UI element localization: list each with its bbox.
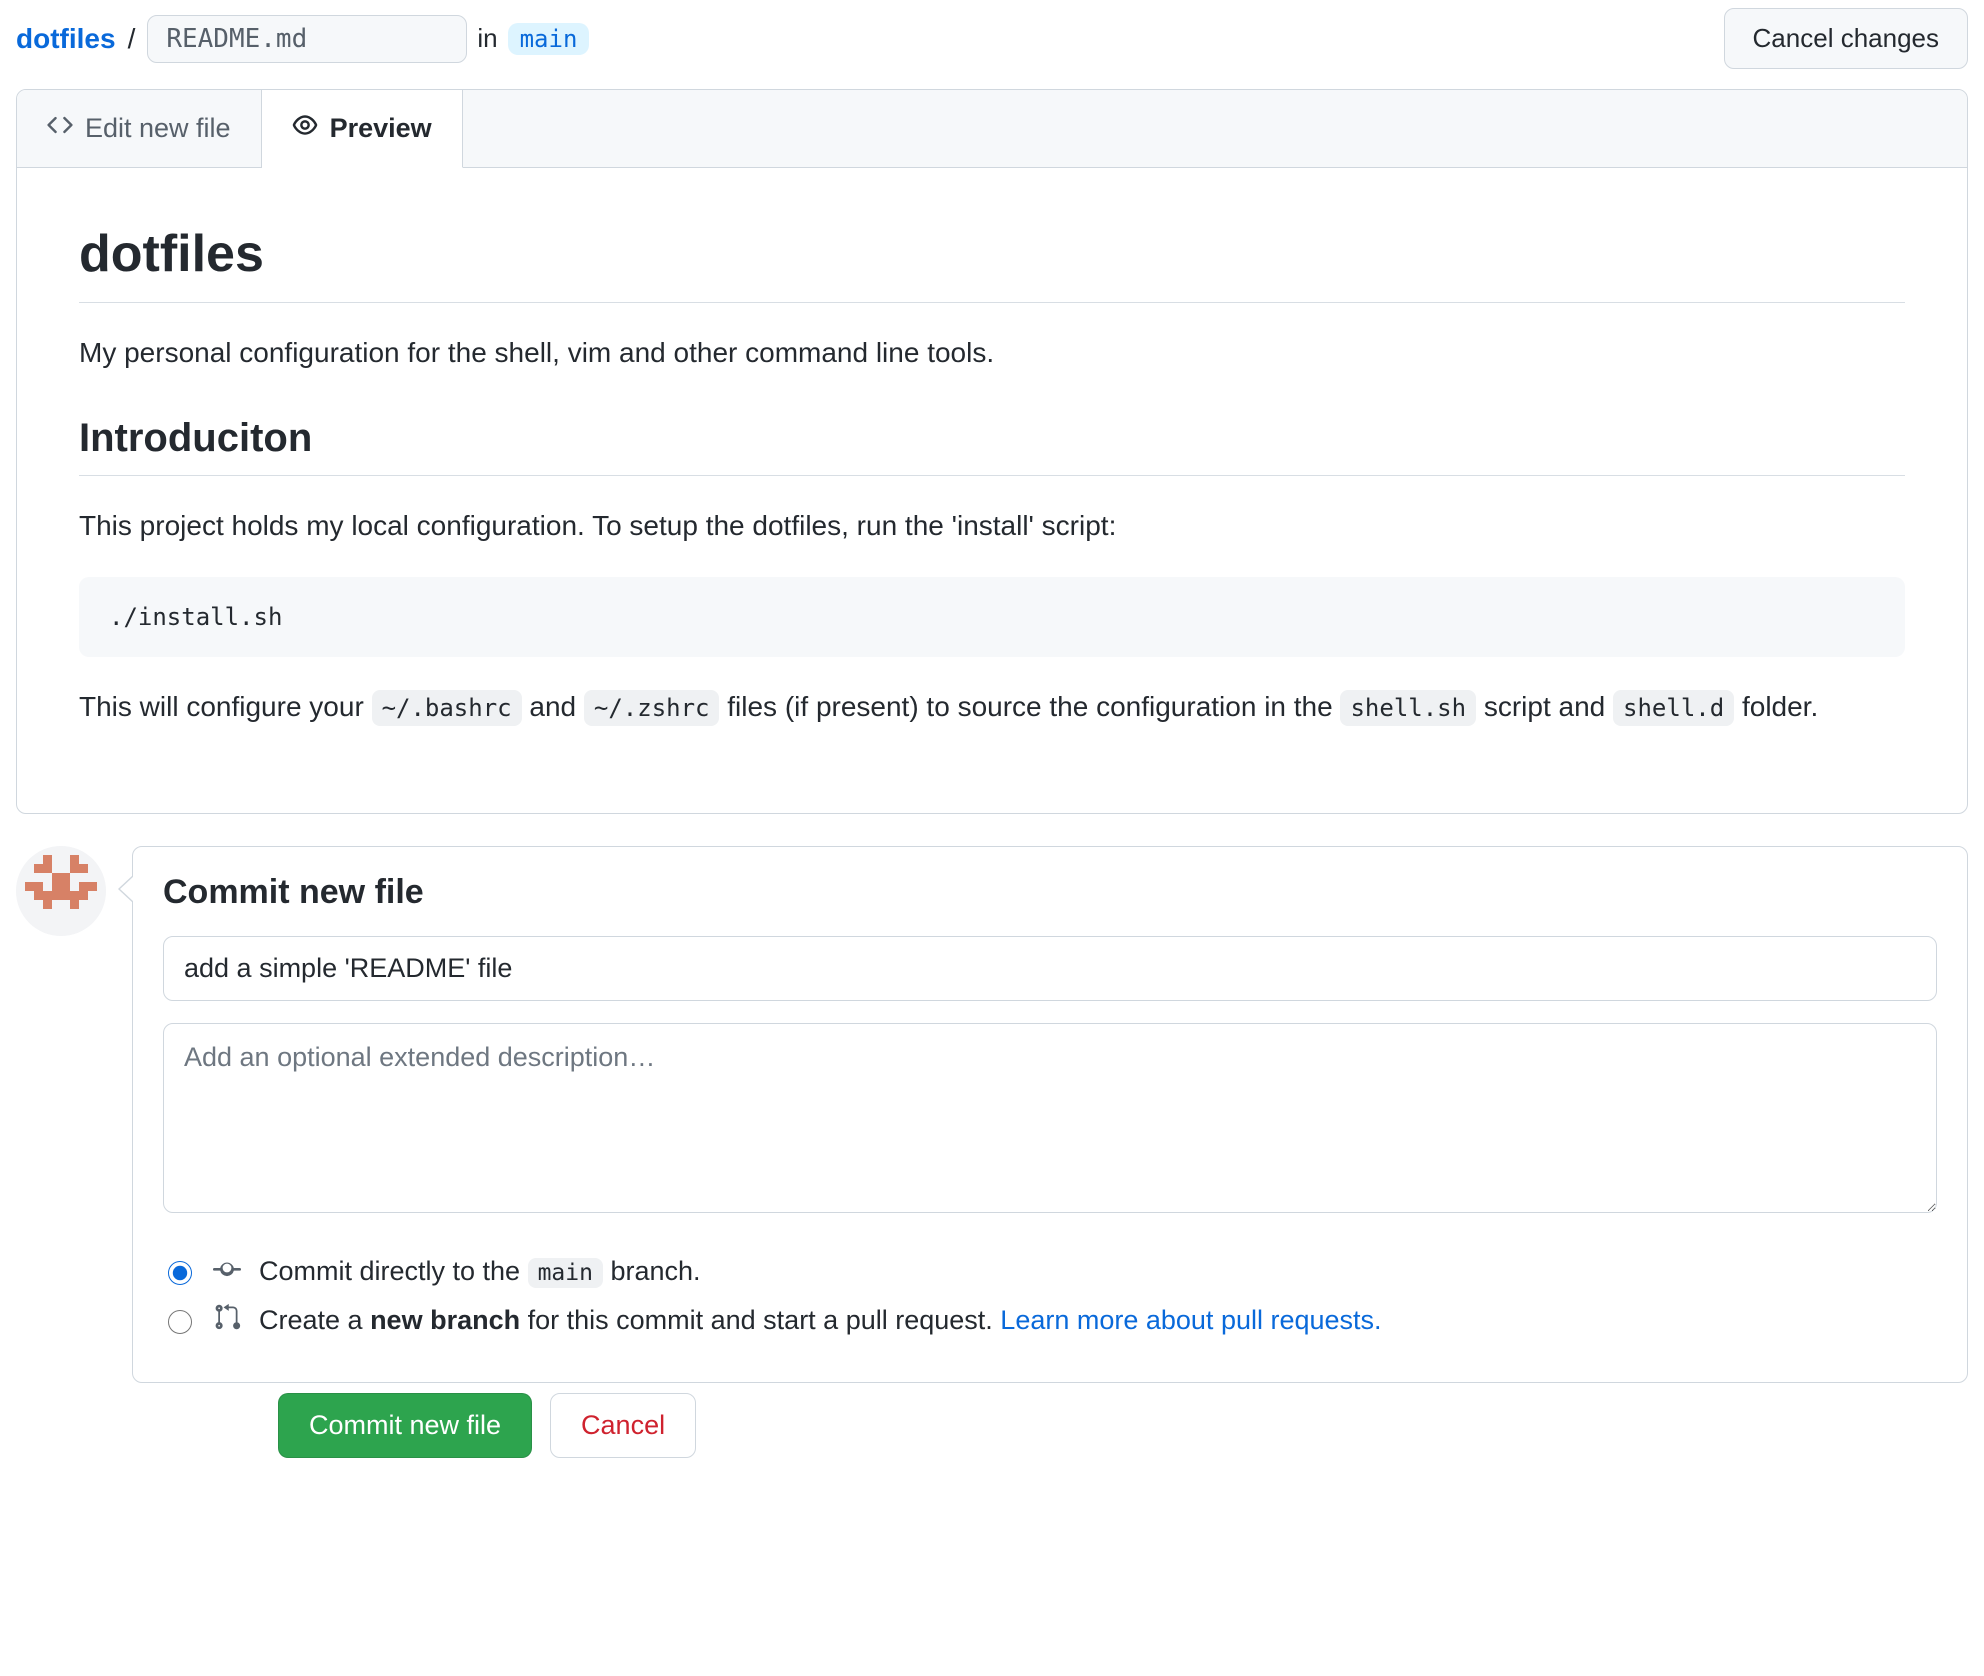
readme-p3-text: This will configure your <box>79 691 372 722</box>
cancel-button[interactable]: Cancel <box>550 1393 696 1458</box>
commit-summary-input[interactable] <box>163 936 1937 1001</box>
radio-commit-direct[interactable]: Commit directly to the main branch. <box>163 1254 1937 1289</box>
git-commit-icon <box>213 1254 241 1289</box>
tabs: Edit new file Preview <box>17 90 1967 168</box>
commit-new-file-button[interactable]: Commit new file <box>278 1393 532 1458</box>
commit-section: Commit new file Commit directly to the m… <box>16 846 1968 1498</box>
tab-preview-label: Preview <box>330 113 432 144</box>
branch-badge-inline: main <box>528 1258 603 1288</box>
avatar <box>16 846 106 936</box>
preview-body: dotfiles My personal configuration for t… <box>17 168 1967 813</box>
learn-more-link[interactable]: Learn more about pull requests. <box>1000 1305 1381 1335</box>
radio-new-branch-label: Create a new branch for this commit and … <box>259 1305 1382 1336</box>
inline-code-bashrc: ~/.bashrc <box>372 690 522 726</box>
radio-commit-direct-input[interactable] <box>168 1261 192 1285</box>
branch-badge: main <box>508 23 590 55</box>
code-icon <box>47 112 73 145</box>
readme-code-block: ./install.sh <box>79 577 1905 657</box>
breadcrumb: dotfiles / in main <box>16 15 589 63</box>
inline-code-zshrc: ~/.zshrc <box>584 690 720 726</box>
in-label: in <box>477 23 497 54</box>
tab-edit-label: Edit new file <box>85 113 231 144</box>
tab-preview[interactable]: Preview <box>262 90 463 168</box>
readme-p3-text: script and <box>1476 691 1613 722</box>
filename-input[interactable] <box>147 15 467 63</box>
radio-create-branch-input[interactable] <box>168 1310 192 1334</box>
git-pull-request-icon <box>213 1303 241 1338</box>
readme-p3: This will configure your ~/.bashrc and ~… <box>79 685 1905 730</box>
commit-box: Commit new file Commit directly to the m… <box>132 846 1968 1383</box>
repo-link[interactable]: dotfiles <box>16 23 116 55</box>
inline-code-shelld: shell.d <box>1613 690 1734 726</box>
readme-p2: This project holds my local configuratio… <box>79 504 1905 549</box>
commit-actions: Commit new file Cancel <box>132 1393 1968 1458</box>
eye-icon <box>292 112 318 145</box>
readme-p3-text: folder. <box>1734 691 1818 722</box>
readme-h2: Introduciton <box>79 416 1905 476</box>
commit-description-textarea[interactable] <box>163 1023 1937 1213</box>
inline-code-shellsh: shell.sh <box>1340 690 1476 726</box>
editor-panel: Edit new file Preview dotfiles My person… <box>16 89 1968 814</box>
readme-h1: dotfiles <box>79 224 1905 303</box>
commit-heading: Commit new file <box>163 873 1937 912</box>
cancel-changes-button[interactable]: Cancel changes <box>1724 8 1968 69</box>
readme-p3-text: and <box>522 691 584 722</box>
top-bar: dotfiles / in main Cancel changes <box>16 0 1968 89</box>
radio-create-branch[interactable]: Create a new branch for this commit and … <box>163 1303 1937 1338</box>
readme-p3-text: files (if present) to source the configu… <box>719 691 1340 722</box>
readme-p1: My personal configuration for the shell,… <box>79 331 1905 376</box>
tab-edit[interactable]: Edit new file <box>17 90 262 167</box>
breadcrumb-slash: / <box>126 23 138 55</box>
radio-direct-label: Commit directly to the main branch. <box>259 1256 701 1287</box>
